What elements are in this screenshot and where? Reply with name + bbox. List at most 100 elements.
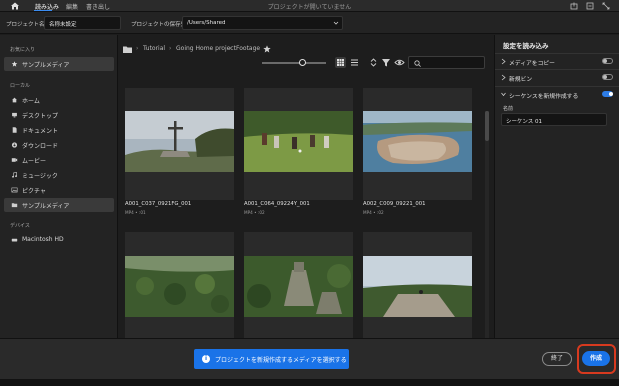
new-sequence-label: シーケンスを新規作成する (509, 94, 579, 100)
quick-export-icon[interactable] (570, 2, 578, 10)
exit-button[interactable]: 終了 (542, 352, 572, 366)
clip-card[interactable]: A001_C037_0921FG_001 MP4 • :01 (125, 88, 234, 215)
sidebar-item-movies[interactable]: ムービー (4, 153, 114, 167)
devices-header: デバイス (10, 223, 30, 229)
media-browser: › Tutorial › Going Home project › Footag… (119, 35, 493, 373)
sidebar-item-label: ミュージック (22, 173, 58, 180)
zoom-slider-handle[interactable] (299, 59, 306, 66)
eye-icon[interactable] (394, 57, 405, 68)
project-name-label: プロジェクト名 (6, 22, 45, 28)
new-sequence-toggle[interactable] (602, 91, 613, 97)
project-location-label: プロジェクトの保存先 (131, 22, 187, 28)
favorites-header: お気に入り (10, 47, 36, 53)
clip-thumbnail[interactable] (363, 88, 472, 200)
scrollbar-thumb[interactable] (485, 111, 489, 141)
sidebar-item-documents[interactable]: ドキュメント (4, 123, 114, 137)
chevron-right-icon[interactable] (501, 58, 506, 65)
clip-thumbnail[interactable] (244, 88, 353, 200)
thumbnail-image (125, 256, 234, 317)
thumbnail-image (244, 111, 353, 172)
new-sequence-row[interactable]: シーケンスを新規作成する (495, 86, 619, 101)
clip-thumbnail[interactable] (244, 232, 353, 338)
progress-icon[interactable] (586, 2, 594, 10)
toggle-knob (609, 92, 613, 96)
sidebar-item-label: ムービー (22, 158, 47, 165)
clip-card[interactable]: A001_C064_09224Y_001 MP4 • :02 (244, 88, 353, 215)
star-icon[interactable] (263, 45, 271, 53)
sidebar-item-label: ホーム (22, 98, 40, 105)
project-settings-row: プロジェクト名 名称未設定 プロジェクトの保存先 /Users/Shared (0, 12, 619, 34)
search-input[interactable] (408, 56, 485, 69)
sidebar-item-downloads[interactable]: ダウンロード (4, 138, 114, 152)
window-title: プロジェクトが開いていません (267, 4, 352, 11)
sidebar-item-label: Macintosh HD (22, 236, 64, 243)
grid-view-button[interactable] (335, 57, 346, 68)
zoom-slider-track[interactable] (262, 62, 326, 64)
thumbnail-image (363, 256, 472, 317)
fullscreen-icon[interactable] (602, 2, 610, 10)
clip-thumbnail[interactable] (125, 232, 234, 338)
sidebar-item-sample-media[interactable]: サンプルメディア (4, 198, 114, 212)
create-button[interactable]: 作成 (582, 351, 610, 366)
status-bar (0, 379, 619, 386)
sidebar-item-label: デスクトップ (22, 113, 59, 120)
bottom-bar: i プロジェクトを新規作成するメディアを選択する 終了 作成 (0, 338, 619, 379)
browser-toolbar (119, 56, 493, 70)
music-icon (12, 172, 17, 178)
clip-card[interactable] (244, 232, 353, 338)
clip-card[interactable]: A002_C009_09221_001 MP4 • :02 (363, 88, 472, 215)
thumbnail-image (125, 111, 234, 172)
info-banner: i プロジェクトを新規作成するメディアを選択する (194, 349, 349, 369)
chevron-down-icon[interactable] (333, 20, 339, 26)
thumbnail-image (244, 256, 353, 317)
sidebar-item-label: ピクチャ (22, 188, 46, 195)
sidebar-item-music[interactable]: ミュージック (4, 168, 114, 182)
info-icon: i (202, 355, 210, 363)
breadcrumb-item-project[interactable]: Going Home project (176, 45, 236, 52)
sidebar-item-macintosh-hd[interactable]: Macintosh HD (4, 233, 114, 247)
clip-thumbnail[interactable] (363, 232, 472, 338)
list-view-icon[interactable] (349, 57, 360, 68)
chevron-right-icon[interactable] (501, 74, 506, 81)
new-bin-label: 新規ビン (509, 77, 533, 83)
info-text: プロジェクトを新規作成するメディアを選択する (215, 357, 347, 364)
download-icon (11, 142, 18, 148)
sidebar-item-sample-media-favorite[interactable]: サンプルメディア (4, 57, 114, 71)
project-name-input[interactable]: 名称未設定 (44, 16, 121, 30)
clip-thumbnail[interactable] (125, 88, 234, 200)
clip-card[interactable] (125, 232, 234, 338)
sidebar-item-desktop[interactable]: デスクトップ (4, 108, 114, 122)
breadcrumb-item-footage[interactable]: Footage (236, 45, 260, 52)
copy-media-row[interactable]: メディアをコピー (495, 53, 619, 68)
desktop-icon (12, 112, 17, 118)
import-settings-title: 設定を読み込み (503, 42, 549, 50)
movie-icon (11, 158, 18, 162)
sequence-name-input[interactable]: シーケンス 01 (501, 113, 607, 126)
sidebar-item-home[interactable]: ホーム (4, 93, 114, 107)
new-bin-row[interactable]: 新規ビン (495, 69, 619, 84)
toggle-knob (603, 75, 607, 79)
new-bin-toggle[interactable] (602, 74, 613, 80)
sidebar-item-pictures[interactable]: ピクチャ (4, 183, 114, 197)
browser-scrollbar[interactable] (485, 111, 489, 373)
clip-card[interactable] (363, 232, 472, 338)
document-icon (12, 127, 17, 133)
folder-icon[interactable] (123, 46, 132, 53)
sequence-name-label: 名前 (503, 106, 514, 112)
import-settings-panel: 設定を読み込み メディアをコピー 新規ビン シーケンスを新規作成する 名前 シー… (494, 35, 619, 338)
chevron-down-icon[interactable] (501, 91, 506, 98)
project-location-select[interactable]: /Users/Shared (182, 16, 343, 30)
sidebar-item-label: サンプルメディア (22, 203, 70, 210)
sort-icon[interactable] (369, 57, 378, 68)
filter-icon[interactable] (381, 57, 391, 68)
sidebar-item-label: ダウンロード (22, 143, 59, 150)
picture-icon (11, 187, 18, 193)
breadcrumb-separator: › (136, 45, 139, 52)
breadcrumb-separator: › (229, 45, 232, 52)
breadcrumb-item-tutorial[interactable]: Tutorial (143, 45, 165, 52)
clip-name: A002_C009_09221_001 (363, 201, 426, 207)
copy-media-toggle[interactable] (602, 58, 613, 64)
home-icon (12, 97, 17, 103)
grid-icon (337, 59, 344, 66)
local-header: ローカル (10, 83, 31, 89)
